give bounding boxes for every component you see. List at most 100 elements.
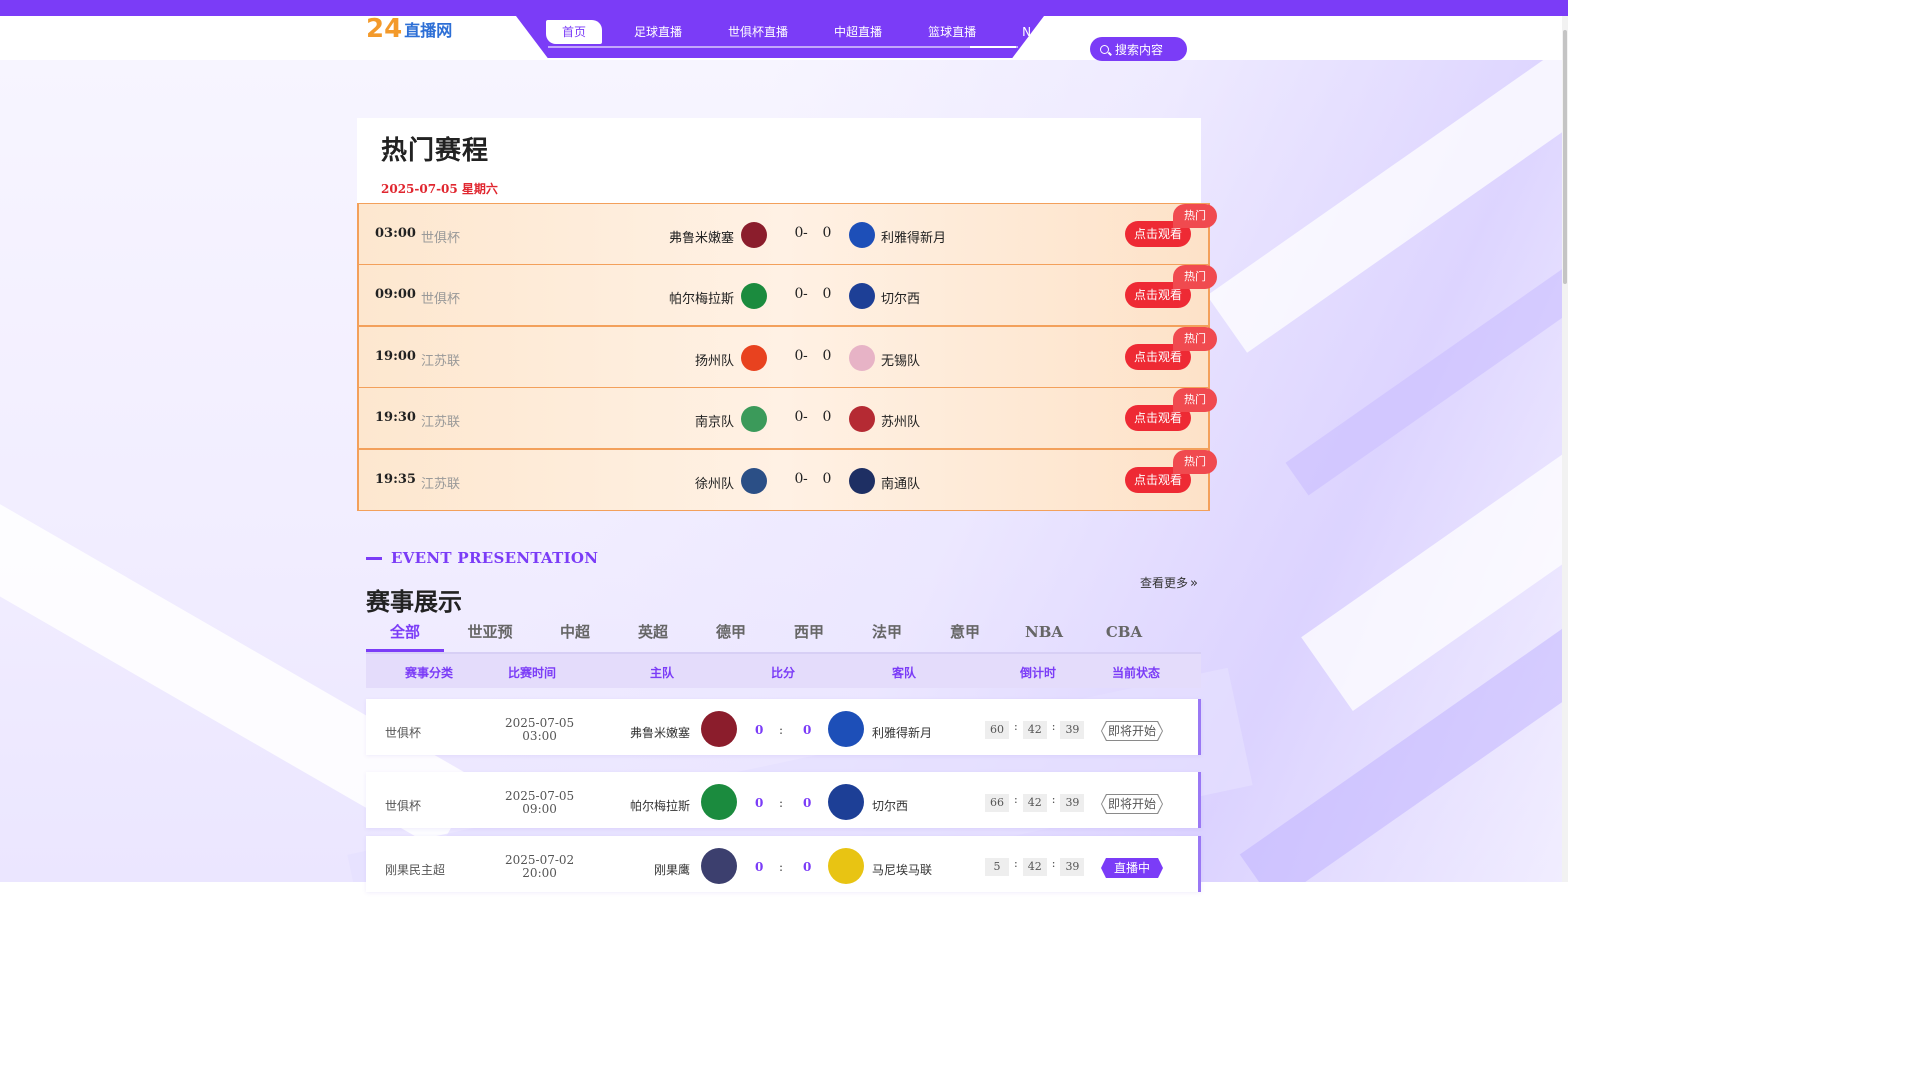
tab-league[interactable]: NBA xyxy=(1004,618,1084,652)
nav-item-csl[interactable]: 中超直播 xyxy=(820,20,896,44)
match-league: 江苏联 xyxy=(421,354,461,369)
row-home-score: 0 xyxy=(755,723,764,737)
col-countdown: 倒计时 xyxy=(1020,666,1057,680)
tab-league[interactable]: 德甲 xyxy=(692,618,770,652)
home-team-name: 扬州队 xyxy=(694,354,734,369)
search-icon xyxy=(1100,44,1109,54)
row-away-team: 切尔西 xyxy=(872,799,909,813)
table-row[interactable]: 世俱杯 2025-07-05 09:00 帕尔梅拉斯 0 : 0 切尔西 66 … xyxy=(366,772,1201,828)
tab-league[interactable]: 英超 xyxy=(614,618,692,652)
league-tabs: 全部 世亚预 中超 英超 德甲 西甲 法甲 意甲 NBA CBA xyxy=(366,618,1201,652)
table-row[interactable]: 世俱杯 2025-07-05 03:00 弗鲁米嫩塞 0 : 0 利雅得新月 6… xyxy=(366,699,1201,755)
row-home-team: 帕尔梅拉斯 xyxy=(629,799,690,813)
match-time: 19:00 xyxy=(375,349,416,364)
hot-match-row[interactable]: 19:00 江苏联 扬州队 0 - 0 无锡队 点击观看 热门 xyxy=(357,326,1217,388)
countdown-seconds: 39 xyxy=(1060,794,1085,812)
home-team-name: 帕尔梅拉斯 xyxy=(668,292,734,307)
col-time: 比赛时间 xyxy=(508,666,557,680)
row-datetime: 2025-07-05 03:00 xyxy=(505,717,574,743)
tab-league[interactable]: 意甲 xyxy=(926,618,1004,652)
row-score-separator: : xyxy=(779,860,784,874)
countdown-minutes: 42 xyxy=(1022,721,1047,739)
search-box[interactable]: 搜索内容 xyxy=(1090,37,1187,61)
home-team-logo-icon xyxy=(701,784,737,820)
row-league: 刚果民主超 xyxy=(385,863,446,877)
countdown-hours: 66 xyxy=(985,794,1009,812)
match-time: 19:35 xyxy=(375,472,416,487)
away-score: 0 xyxy=(822,471,832,487)
away-team-name: 切尔西 xyxy=(881,292,921,307)
tab-league[interactable]: 全部 xyxy=(366,618,444,652)
section-en-title: EVENT PRESENTATION xyxy=(391,549,599,567)
tab-league[interactable]: 西甲 xyxy=(770,618,848,652)
home-team-logo-icon xyxy=(741,406,767,432)
home-team-logo-icon xyxy=(741,222,767,248)
countdown: 5 : 42 : 39 xyxy=(985,856,1085,876)
scrollbar-thumb[interactable] xyxy=(1563,30,1567,284)
row-league: 世俱杯 xyxy=(385,726,422,740)
hot-badge: 热门 xyxy=(1173,388,1217,412)
tab-league[interactable]: 中超 xyxy=(536,618,614,652)
hot-badge: 热门 xyxy=(1173,265,1217,289)
tab-league[interactable]: 法甲 xyxy=(848,618,926,652)
home-team-name: 弗鲁米嫩塞 xyxy=(668,231,734,246)
away-team-logo-icon xyxy=(849,468,875,494)
match-league: 世俱杯 xyxy=(421,292,461,307)
nav-item-home[interactable]: 首页 xyxy=(546,20,603,44)
match-time: 03:00 xyxy=(375,226,416,241)
status-label: 直播中 xyxy=(1113,861,1150,875)
view-more-link[interactable]: 查看更多» xyxy=(1140,574,1198,591)
row-home-score: 0 xyxy=(755,860,764,874)
nav-item-basketball[interactable]: 篮球直播 xyxy=(914,20,990,44)
away-team-logo-icon xyxy=(828,848,864,884)
countdown-minutes: 42 xyxy=(1022,794,1047,812)
score-separator: - xyxy=(803,348,808,364)
tab-league[interactable]: CBA xyxy=(1084,618,1164,652)
countdown-colon: : xyxy=(1051,792,1056,806)
site-logo[interactable]: 24 直播网 xyxy=(366,16,452,42)
countdown-colon: : xyxy=(1014,719,1018,733)
nav-item-more[interactable]: N xyxy=(1008,20,1045,44)
double-chevron-right-icon: » xyxy=(1190,576,1198,591)
hot-schedule-date: 2025-07-05 星期六 xyxy=(381,182,498,196)
nav-item-club-world-cup[interactable]: 世俱杯直播 xyxy=(714,20,802,44)
row-away-score: 0 xyxy=(803,796,812,810)
home-team-name: 南京队 xyxy=(694,415,734,430)
away-score: 0 xyxy=(822,348,832,364)
col-status: 当前状态 xyxy=(1112,666,1161,680)
countdown-seconds: 39 xyxy=(1060,721,1085,739)
row-away-team: 马尼埃马联 xyxy=(872,863,933,877)
status-badge[interactable]: 直播中 xyxy=(1101,858,1163,878)
status-badge[interactable]: 即将开始 xyxy=(1101,794,1163,814)
match-league: 世俱杯 xyxy=(421,231,461,246)
home-team-logo-icon xyxy=(701,848,737,884)
match-league: 江苏联 xyxy=(421,477,461,492)
away-team-name: 无锡队 xyxy=(881,354,921,369)
hot-match-row[interactable]: 09:00 世俱杯 帕尔梅拉斯 0 - 0 切尔西 点击观看 热门 xyxy=(357,264,1217,326)
countdown: 60 : 42 : 39 xyxy=(985,719,1085,739)
countdown-hours: 60 xyxy=(985,721,1009,739)
countdown-colon: : xyxy=(1051,719,1056,733)
score-separator: - xyxy=(803,471,808,487)
home-team-name: 徐州队 xyxy=(694,477,734,492)
table-row[interactable]: 刚果民主超 2025-07-02 20:00 刚果鹰 0 : 0 马尼埃马联 5… xyxy=(366,836,1201,892)
countdown-colon: : xyxy=(1051,856,1056,870)
away-score: 0 xyxy=(822,225,832,241)
status-badge[interactable]: 即将开始 xyxy=(1101,721,1163,741)
section-accent-bar xyxy=(366,557,382,560)
away-team-logo-icon xyxy=(849,283,875,309)
score-separator: - xyxy=(803,409,808,425)
countdown-hours: 5 xyxy=(985,858,1009,876)
hot-match-row[interactable]: 19:30 江苏联 南京队 0 - 0 苏州队 点击观看 热门 xyxy=(357,387,1217,449)
tab-league[interactable]: 世亚预 xyxy=(444,618,536,652)
hot-match-row[interactable]: 03:00 世俱杯 弗鲁米嫩塞 0 - 0 利雅得新月 点击观看 热门 xyxy=(357,203,1217,265)
match-league: 江苏联 xyxy=(421,415,461,430)
hot-badge: 热门 xyxy=(1173,204,1217,228)
logo-text: 直播网 xyxy=(404,21,453,40)
row-home-score: 0 xyxy=(755,796,764,810)
hot-match-row[interactable]: 19:35 江苏联 徐州队 0 - 0 南通队 点击观看 热门 xyxy=(357,449,1217,511)
row-time: 03:00 xyxy=(522,729,557,743)
nav-item-football[interactable]: 足球直播 xyxy=(620,20,696,44)
status-label: 即将开始 xyxy=(1102,722,1162,740)
row-away-score: 0 xyxy=(803,723,812,737)
